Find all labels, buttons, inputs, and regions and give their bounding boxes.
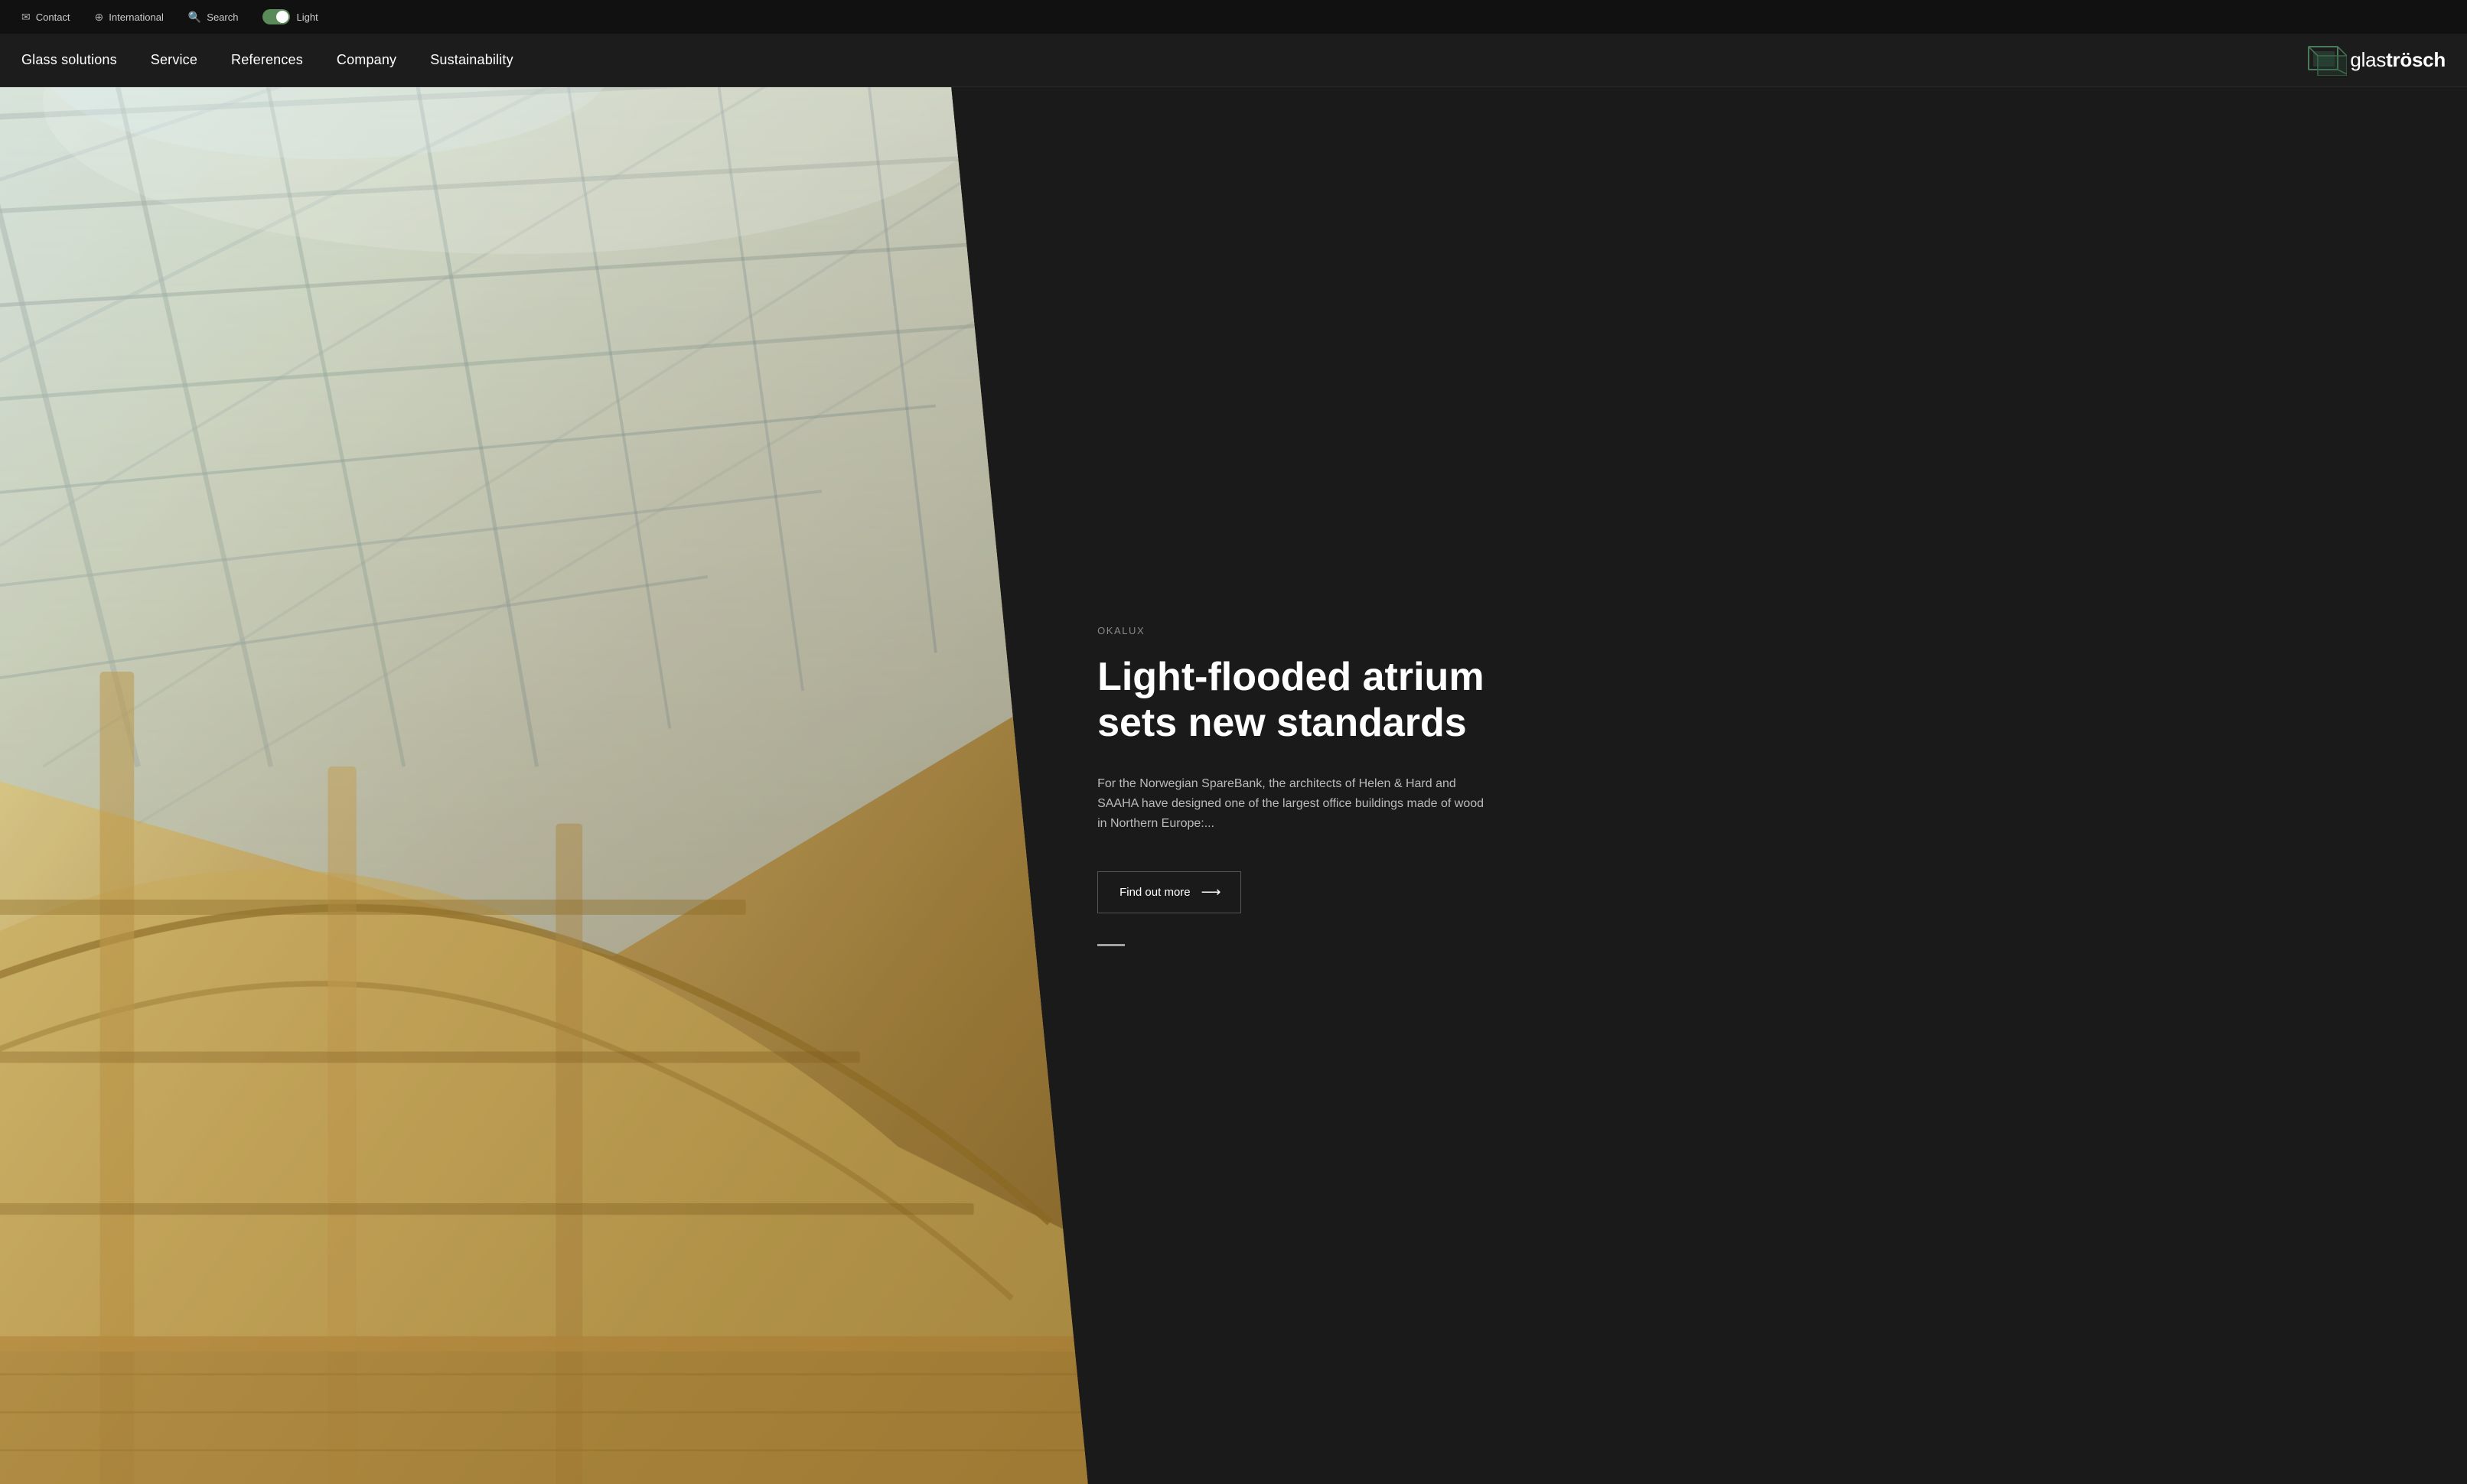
light-label: Light bbox=[296, 11, 318, 23]
hero-title: Light-flooded atrium sets new standards bbox=[1097, 655, 1541, 747]
logo: glaströsch bbox=[2307, 45, 2446, 76]
hero-tag: OKALUX bbox=[1097, 625, 2406, 636]
hero-section: OKALUX Light-flooded atrium sets new sta… bbox=[0, 87, 2467, 1484]
mail-icon: ✉ bbox=[21, 11, 31, 24]
contact-label: Contact bbox=[36, 11, 70, 23]
nav-sustainability[interactable]: Sustainability bbox=[413, 34, 530, 87]
international-link[interactable]: ⊕ International bbox=[95, 11, 164, 24]
search-icon: 🔍 bbox=[188, 11, 201, 24]
logo-text: glaströsch bbox=[2350, 48, 2446, 72]
nav-service[interactable]: Service bbox=[134, 34, 214, 87]
find-out-more-button[interactable]: Find out more ⟶ bbox=[1097, 871, 1241, 913]
nav-glass-solutions[interactable]: Glass solutions bbox=[21, 34, 134, 87]
international-label: International bbox=[109, 11, 164, 23]
nav-company[interactable]: Company bbox=[320, 34, 413, 87]
hero-content: OKALUX Light-flooded atrium sets new sta… bbox=[1036, 87, 2467, 1484]
glass-ceiling-grid bbox=[0, 87, 1088, 1484]
light-mode-toggle[interactable] bbox=[262, 9, 290, 24]
globe-icon: ⊕ bbox=[95, 11, 104, 24]
atrium-image bbox=[0, 87, 1088, 1484]
logo-area[interactable]: glaströsch bbox=[2307, 45, 2446, 76]
search-label: Search bbox=[207, 11, 238, 23]
top-bar: ✉ Contact ⊕ International 🔍 Search Light bbox=[0, 0, 2467, 34]
light-toggle-wrapper: Light bbox=[262, 9, 318, 24]
pagination-indicator bbox=[1097, 944, 1125, 946]
glastroesch-icon bbox=[2307, 45, 2347, 76]
arrow-right-icon: ⟶ bbox=[1201, 884, 1220, 900]
hero-image-area bbox=[0, 87, 1036, 1484]
nav-references[interactable]: References bbox=[214, 34, 320, 87]
hero-description: For the Norwegian SpareBank, the archite… bbox=[1097, 774, 1495, 835]
cta-label: Find out more bbox=[1119, 886, 1191, 899]
search-link[interactable]: 🔍 Search bbox=[188, 11, 239, 24]
main-nav: Glass solutions Service References Compa… bbox=[0, 34, 2467, 87]
contact-link[interactable]: ✉ Contact bbox=[21, 11, 70, 24]
nav-links: Glass solutions Service References Compa… bbox=[21, 34, 2446, 87]
